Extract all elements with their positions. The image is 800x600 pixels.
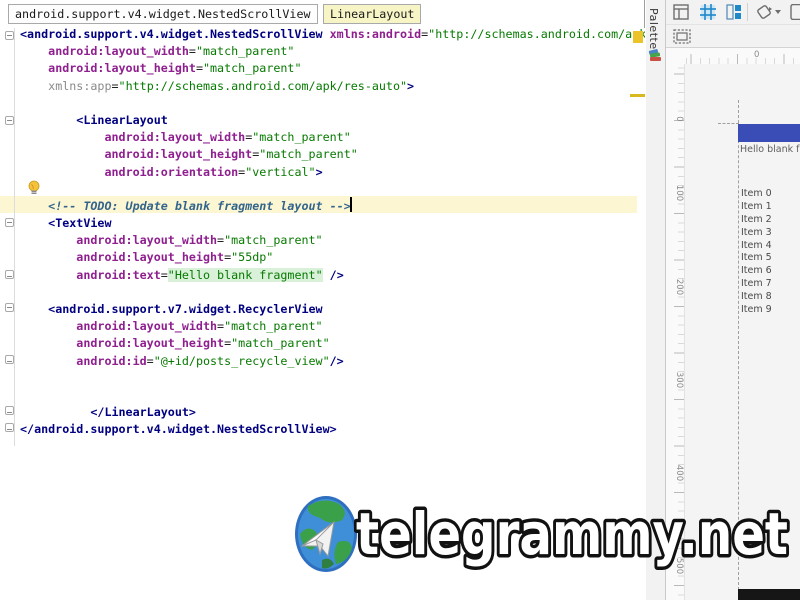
text-caret [350,197,352,212]
rotate-orientation-icon[interactable] [756,4,782,20]
code-line: <android.support.v4.widget.NestedScrollV… [20,28,645,41]
selection-guide-dashed-line [718,123,739,124]
code-line: android:layout_height="match_parent" [76,336,330,351]
breadcrumb-item-linearlayout[interactable]: LinearLayout [323,4,422,24]
fold-end-icon[interactable] [5,355,14,364]
fold-end-icon[interactable] [5,270,14,279]
code-line: </LinearLayout> [90,405,196,420]
fold-collapse-icon[interactable] [5,31,14,40]
code-editor[interactable]: <android.support.v4.widget.NestedScrollV… [0,28,645,600]
code-text: <android.support.v4.widget.NestedScrollV… [20,28,645,439]
design-surface[interactable]: Hello blank fragment Item 0Item 1Item 2I… [684,64,800,600]
code-line: android:layout_width="match_parent" [76,233,323,248]
ruler-corner [666,48,684,64]
code-line: android:text="Hello blank fragment" /> [76,267,344,282]
preview-textview[interactable]: Hello blank fragment [740,144,800,155]
code-line: android:id="@+id/posts_recycle_view"/> [76,353,344,368]
preview-list-item[interactable]: Item 2 [741,214,800,227]
phone-device-icon[interactable] [790,4,800,20]
code-line: android:layout_height="match_parent" [104,147,358,162]
code-line: android:orientation="vertical"> [104,164,323,179]
code-line: android:layout_width="match_parent" [104,130,351,145]
fold-end-icon[interactable] [5,406,14,415]
code-line: xmlns:app="http://schemas.android.com/ap… [48,78,415,93]
palette-tab[interactable]: Palette [647,8,660,50]
xml-editor-panel: android.support.v4.widget.NestedScrollVi… [0,0,645,600]
preview-list-item[interactable]: Item 1 [741,201,800,214]
warning-stripe-mark[interactable] [630,94,645,97]
preview-list-item[interactable]: Item 9 [741,304,800,317]
preview-list-item[interactable]: Item 8 [741,291,800,304]
vertical-ruler [666,64,684,600]
preview-list-item[interactable]: Item 3 [741,227,800,240]
code-line: </android.support.v4.widget.NestedScroll… [20,422,337,437]
code-line: android:layout_height="55dp" [76,250,274,265]
android-studio-window: android.support.v4.widget.NestedScrollVi… [0,0,800,600]
preview-app-bar[interactable] [738,124,800,142]
preview-recyclerview[interactable]: Item 0 Item 1 Item 2 Item 3 Item 4 Item 5 Item… [741,188,800,317]
code-line: android:layout_width="match_parent" [48,44,295,59]
device-panels-icon[interactable] [726,4,742,20]
breadcrumb: android.support.v4.widget.NestedScrollVi… [0,0,644,28]
preview-list-item[interactable]: Item 7 [741,278,800,291]
ruler-label: 200 [674,278,684,296]
show-grid-icon[interactable] [700,4,716,20]
preview-list-item[interactable]: Item 4 [741,240,800,253]
code-line: android:layout_width="match_parent" [76,319,323,334]
breadcrumb-item-nestedscrollview[interactable]: android.support.v4.widget.NestedScrollVi… [8,4,318,24]
ruler-label: 0 [674,116,684,122]
preview-list-item[interactable]: Item 5 [741,252,800,265]
ruler-label: 0 [754,50,760,60]
code-line: <!-- TODO: Update blank fragment layout … [48,198,351,213]
code-line: android:layout_height="match_parent" [48,61,302,76]
layout-variants-icon[interactable] [673,4,689,20]
preview-list-item[interactable]: Item 0 [741,188,800,201]
code-line: <android.support.v7.widget.RecyclerView [48,302,323,316]
tool-window-strip: Palette [646,0,666,600]
horizontal-ruler [684,48,800,64]
device-bounds-dashed-line [738,100,739,590]
emulator-frame-icon[interactable] [673,29,691,44]
preview-toolbar [666,0,800,48]
gutter-fold-line [14,28,15,446]
fold-collapse-icon[interactable] [5,116,14,125]
fold-collapse-icon[interactable] [5,218,14,227]
code-line: <LinearLayout [76,112,168,127]
fold-end-icon[interactable] [5,423,14,432]
fold-collapse-icon[interactable] [5,303,14,312]
ruler-label: 300 [674,371,684,389]
preview-list-item[interactable]: Item 6 [741,265,800,278]
palette-icon[interactable] [648,48,663,62]
design-preview-panel: Hello blank fragment Item 0Item 1Item 2I… [666,0,800,600]
code-line: <TextView [48,216,112,231]
preview-navigation-bar [738,589,800,600]
clipped-text-marker [633,31,643,43]
ruler-label: 100 [674,184,684,202]
ruler-label: 500 [674,557,684,575]
ruler-label: 400 [674,464,684,482]
